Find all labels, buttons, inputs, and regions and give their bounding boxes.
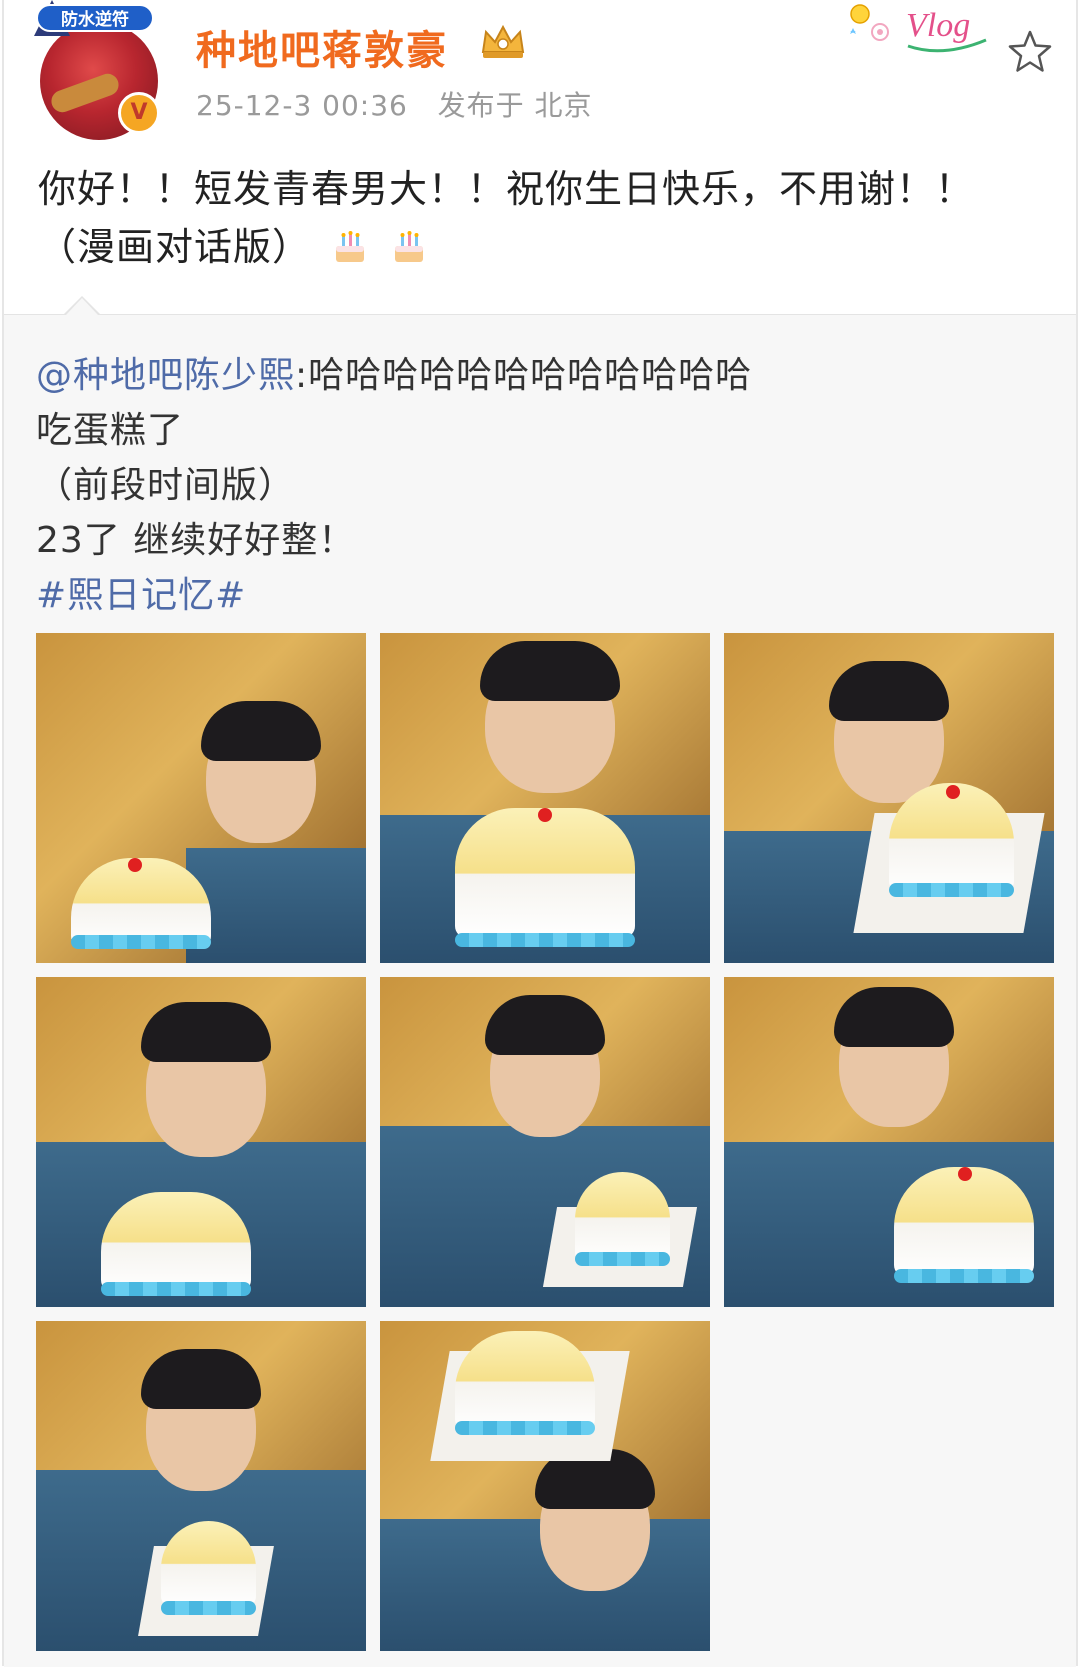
- photo-thumbnail[interactable]: [724, 977, 1054, 1307]
- photo-thumbnail[interactable]: [724, 633, 1054, 963]
- author-name[interactable]: 种地吧蒋敦豪: [196, 18, 448, 76]
- repost-line-1-text: :哈哈哈哈哈哈哈哈哈哈哈哈: [295, 355, 753, 396]
- photo-thumbnail[interactable]: [380, 1321, 710, 1651]
- photo-thumbnail[interactable]: [36, 633, 366, 963]
- avatar-badge: 防水逆符: [36, 4, 154, 32]
- repost-mention-link[interactable]: @种地吧陈少熙: [36, 355, 295, 396]
- post-timestamp: 25-12-3 00:36: [196, 89, 408, 122]
- repost-text: @种地吧陈少熙:哈哈哈哈哈哈哈哈哈哈哈哈 吃蛋糕了 （前段时间版） 23了 继续…: [36, 348, 1056, 623]
- photo-thumbnail[interactable]: [36, 1321, 366, 1651]
- repost-line-3: （前段时间版）: [36, 465, 296, 506]
- post-text-line: 你好！！短发青春男大！！祝你生日快乐，不用谢！！: [38, 167, 975, 211]
- verified-badge-icon: V: [118, 92, 160, 134]
- svg-text:Vlog: Vlog: [906, 7, 970, 44]
- post-location: 发布于 北京: [437, 89, 593, 122]
- post-text-tag: （漫画对话版）: [38, 225, 312, 269]
- repost-line-1: @种地吧陈少熙:哈哈哈哈哈哈哈哈哈哈哈哈: [36, 348, 1056, 403]
- vlog-sticker: Vlog: [850, 4, 987, 53]
- cake-emoji-icon: [336, 231, 365, 262]
- avatar-guitar-shape: [48, 70, 122, 116]
- cake-emoji-icon: [395, 231, 424, 262]
- photo-thumbnail[interactable]: [36, 977, 366, 1307]
- post-text-line-2: （漫画对话版）: [38, 218, 1058, 276]
- repost-pointer-inner: [66, 298, 98, 315]
- favorite-star-icon[interactable]: [1006, 28, 1054, 76]
- post-content: 你好！！短发青春男大！！祝你生日快乐，不用谢！！ （漫画对话版）: [38, 160, 1058, 276]
- hashtag-link[interactable]: #熙日记忆#: [36, 575, 246, 616]
- crown-icon: [481, 24, 525, 58]
- post-meta: 25-12-3 00:36 发布于 北京: [196, 84, 592, 124]
- photo-thumbnail[interactable]: [380, 977, 710, 1307]
- photo-thumbnail[interactable]: [380, 633, 710, 963]
- repost-line-4: 23了 继续好好整！: [36, 520, 356, 561]
- repost-line-2: 吃蛋糕了: [36, 410, 185, 451]
